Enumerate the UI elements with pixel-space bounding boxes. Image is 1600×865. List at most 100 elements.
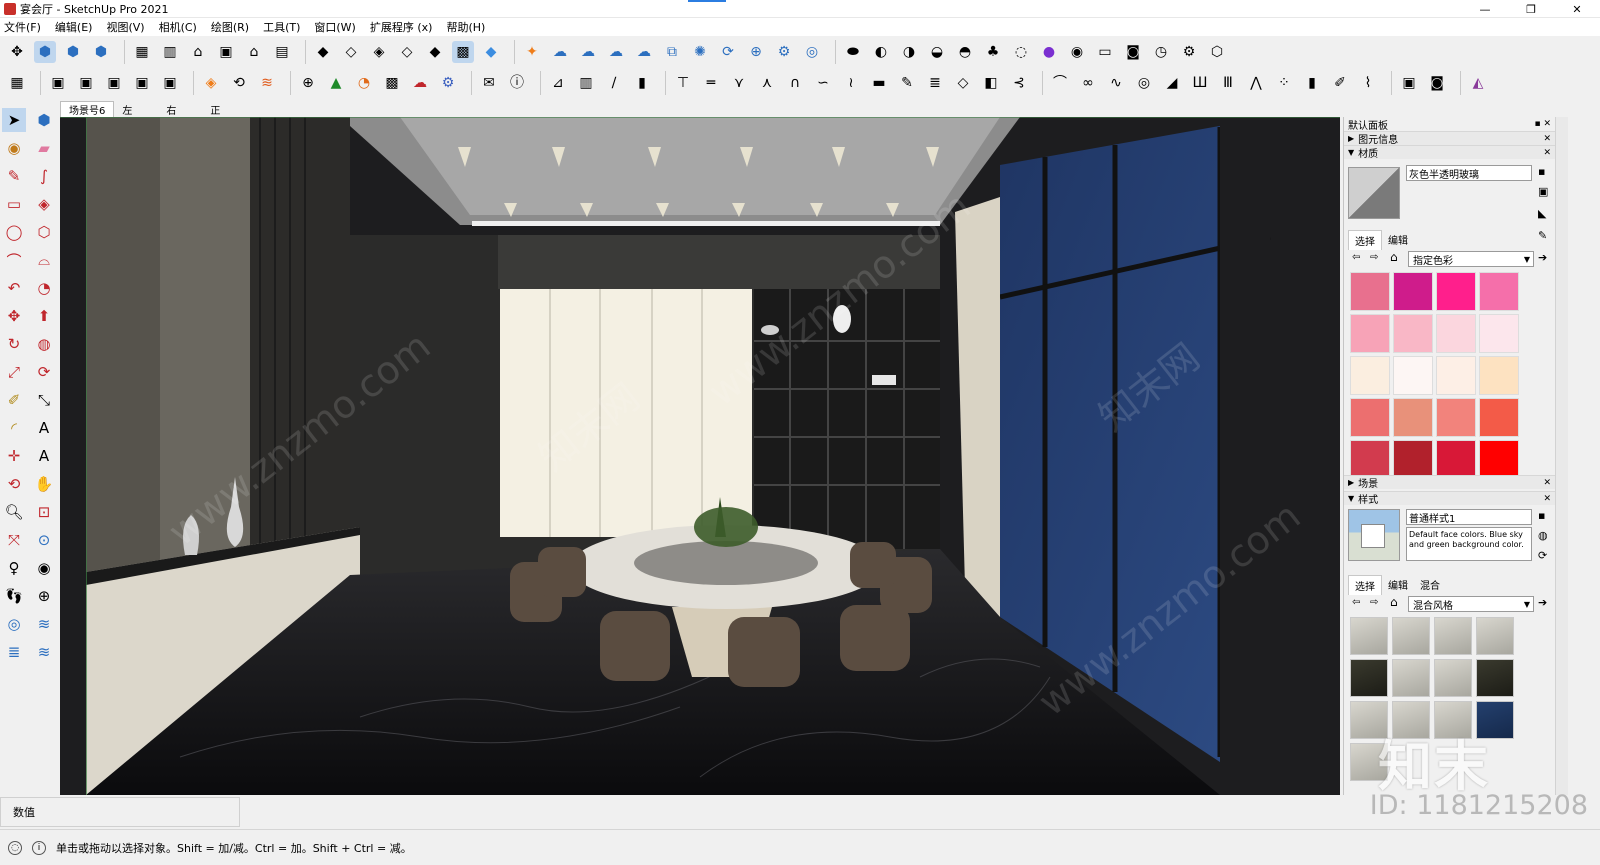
shaded-icon[interactable]: ◆ (424, 41, 446, 63)
material-swatch[interactable] (1479, 356, 1519, 395)
menu-edit[interactable]: 编辑(E) (55, 19, 93, 35)
offset-icon[interactable]: ⟳ (32, 360, 56, 384)
menu-tools[interactable]: 工具(T) (263, 19, 300, 35)
settings-icon[interactable]: ⚙ (773, 41, 795, 63)
style-thumb[interactable] (1392, 659, 1430, 697)
menu-draw[interactable]: 绘图(R) (211, 19, 249, 35)
zoom-extents-icon[interactable]: ⤧ (2, 528, 26, 552)
tab-mix[interactable]: 混合 (1414, 575, 1446, 595)
swoosh-icon[interactable]: ∿ (1105, 72, 1127, 94)
paint-bucket-icon[interactable]: ◉ (2, 136, 26, 160)
fence-icon[interactable]: Ⅲ (1217, 72, 1239, 94)
forward-arrow-icon[interactable]: ⇨ (1370, 597, 1378, 608)
panel-close-icon[interactable]: ✕ (1543, 478, 1551, 488)
material-swatch[interactable] (1436, 398, 1476, 437)
panel-close-icon[interactable]: ✕ (1543, 148, 1551, 158)
style-thumb[interactable] (1350, 617, 1388, 655)
material-swatch[interactable] (1479, 272, 1519, 311)
look-around-icon[interactable]: ◉ (32, 556, 56, 580)
pencil-icon[interactable]: ✎ (2, 164, 26, 188)
material-swatch[interactable] (1479, 440, 1519, 479)
zoom-window-icon[interactable]: ⊡ (32, 500, 56, 524)
extension-warehouse-icon[interactable]: ✦ (521, 41, 543, 63)
tray-scrollbar[interactable] (1555, 117, 1568, 795)
checker-icon[interactable]: ▩ (381, 72, 403, 94)
material-swatch[interactable] (1393, 356, 1433, 395)
circle-icon[interactable]: ◯ (2, 220, 26, 244)
arc-icon[interactable]: ⌒ (2, 248, 26, 272)
update-style-icon[interactable]: ◍ (1538, 529, 1548, 542)
columns-icon[interactable]: Ш (1189, 72, 1211, 94)
wireframe-icon[interactable]: ◈ (368, 41, 390, 63)
material-swatch[interactable] (1393, 272, 1433, 311)
tab-edit[interactable]: 编辑 (1382, 575, 1414, 595)
beam-icon[interactable]: ⊤ (672, 72, 694, 94)
shape-2-icon[interactable]: ◐ (870, 41, 892, 63)
material-swatch[interactable] (1436, 440, 1476, 479)
truss-icon[interactable]: ⋀ (1245, 72, 1267, 94)
freehand-icon[interactable]: ∫ (32, 164, 56, 188)
orbit-icon[interactable]: ⟲ (2, 472, 26, 496)
tab-select[interactable]: 选择 (1348, 575, 1382, 595)
mail-icon[interactable]: ✉ (478, 72, 500, 94)
move-icon[interactable]: ✥ (6, 41, 28, 63)
sample-paint-icon[interactable]: ▪ (1538, 165, 1545, 178)
text-icon[interactable]: A (32, 416, 56, 440)
plank-icon[interactable]: ▬ (868, 72, 890, 94)
profile-icon[interactable]: ● (1038, 41, 1060, 63)
layers-icon[interactable]: ≋ (256, 72, 278, 94)
pen-icon[interactable]: ✎ (896, 72, 918, 94)
timer-icon[interactable]: ◷ (1150, 41, 1172, 63)
chain-icon[interactable]: ∞ (1077, 72, 1099, 94)
info-icon[interactable]: i (32, 840, 46, 855)
select-arrow-icon[interactable]: ➤ (2, 108, 26, 132)
shape-1-icon[interactable]: ⬬ (842, 41, 864, 63)
slab-icon[interactable]: ▮ (1301, 72, 1323, 94)
style-thumb[interactable] (1434, 617, 1472, 655)
model-viewport[interactable]: www.znzmo.com www.znzmo.com www.znzmo.co… (60, 117, 1340, 795)
tab-select[interactable]: 选择 (1348, 230, 1382, 250)
shape-3-icon[interactable]: ◑ (898, 41, 920, 63)
pan-icon[interactable]: ✋ (32, 472, 56, 496)
material-swatch[interactable] (1393, 440, 1433, 479)
pie-icon[interactable]: ◔ (353, 72, 375, 94)
styles-header[interactable]: ▼ 样式 ✕ (1344, 491, 1555, 506)
maximize-button[interactable]: ❐ (1508, 0, 1554, 18)
video-icon[interactable]: ▭ (1094, 41, 1116, 63)
material-swatch[interactable] (1393, 398, 1433, 437)
material-swatch[interactable] (1479, 314, 1519, 353)
components-icon[interactable]: ▦ (131, 41, 153, 63)
dimension-icon[interactable]: ⤡ (32, 388, 56, 412)
arc3-icon[interactable]: ↶ (2, 276, 26, 300)
chrome-icon[interactable]: ◎ (801, 41, 823, 63)
ramp-icon[interactable]: ◢ (1161, 72, 1183, 94)
stack-planks-icon[interactable]: ≣ (924, 72, 946, 94)
monochrome-icon[interactable]: ◆ (480, 41, 502, 63)
arc-icon[interactable]: ⌒ (1049, 72, 1071, 94)
display-toggle-icon[interactable]: ◣ (1538, 207, 1546, 220)
3d-text-icon[interactable]: A (32, 444, 56, 468)
pie-arc-icon[interactable]: ◔ (32, 276, 56, 300)
minimize-button[interactable]: — (1462, 0, 1508, 18)
panel-close-icon[interactable]: ✕ (1543, 134, 1551, 144)
menu-file[interactable]: 文件(F) (4, 19, 41, 35)
scene-tab-current[interactable]: 场景号6 (60, 101, 115, 117)
create-style-icon[interactable]: ▪ (1538, 509, 1545, 522)
camera-icon[interactable]: ◙ (1122, 41, 1144, 63)
film-icon[interactable]: ▣ (1398, 72, 1420, 94)
details-arrow-icon[interactable]: ➔ (1538, 596, 1547, 609)
zoom-icon[interactable]: 🔍︎ (2, 500, 26, 524)
target-icon[interactable]: ◎ (1133, 72, 1155, 94)
rectangle-icon[interactable]: ▭ (2, 192, 26, 216)
measurements-box[interactable]: 数值 (0, 797, 240, 827)
stairs-icon[interactable]: ⊿ (547, 72, 569, 94)
cloud-sync-icon[interactable]: ☁ (549, 41, 571, 63)
stack-4-icon[interactable]: ▣ (131, 72, 153, 94)
cloud-upload-icon[interactable]: ☁ (577, 41, 599, 63)
style-thumb[interactable] (1434, 659, 1472, 697)
back-arrow-icon[interactable]: ⇦ (1352, 597, 1360, 608)
lens-icon[interactable]: ◙ (1426, 72, 1448, 94)
section-icon[interactable]: ▥ (159, 41, 181, 63)
rail-icon[interactable]: ═ (700, 72, 722, 94)
shape-6-icon[interactable]: ♣ (982, 41, 1004, 63)
